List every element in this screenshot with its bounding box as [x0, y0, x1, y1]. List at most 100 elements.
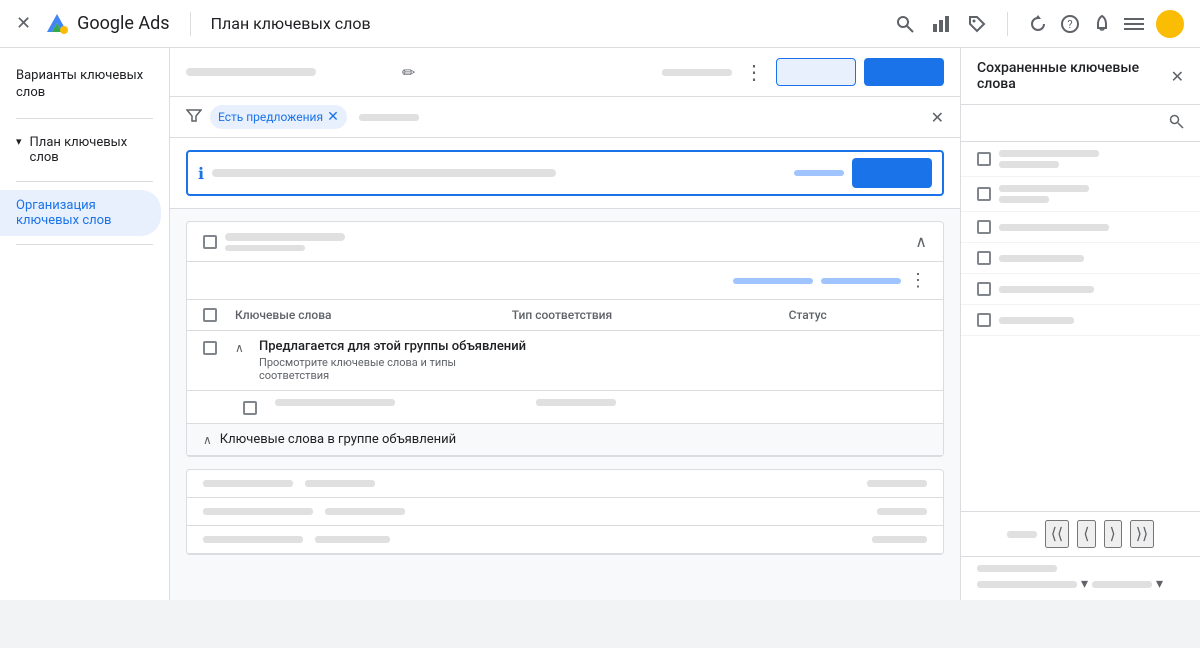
close-button[interactable]: ✕ [16, 13, 31, 34]
avatar[interactable] [1156, 10, 1184, 38]
group-collapse-button[interactable]: ∧ [915, 232, 927, 251]
group-more-button[interactable]: ⋮ [909, 270, 927, 291]
page-first-button[interactable]: ⟨⟨ [1045, 520, 1069, 548]
group-checkbox[interactable] [203, 235, 217, 249]
toolbar-placeholder-1 [186, 68, 316, 76]
page-last-button[interactable]: ⟩⟩ [1130, 520, 1154, 548]
search-button[interactable] [852, 158, 932, 188]
google-ads-logo-icon [43, 10, 71, 38]
right-bottom-bar: ▾ ▾ [961, 556, 1200, 600]
sidebar-label-keyword-org: Организация ключевых слов [16, 198, 145, 228]
kw-group-chevron[interactable]: ∧ [203, 433, 212, 447]
header-checkbox-cell [203, 308, 235, 322]
empty-table-row-3 [187, 526, 943, 554]
toolbar-filter-placeholder [662, 69, 732, 76]
refresh-icon[interactable] [1028, 14, 1048, 34]
filter-chip-suggestions[interactable]: Есть предложения ✕ [210, 105, 347, 129]
sidebar: Варианты ключевых слов ▾ План ключевых с… [0, 48, 170, 600]
header-checkbox[interactable] [203, 308, 217, 322]
right-search-input[interactable] [977, 116, 1168, 131]
right-panel-close-button[interactable]: ✕ [1171, 67, 1184, 86]
suggested-subtitle: Просмотрите ключевые слова и типы соотве… [259, 356, 526, 382]
etr-1-ph2 [305, 480, 375, 487]
info-icon: ℹ [198, 164, 204, 183]
menu-icon[interactable] [1124, 18, 1144, 30]
group-header: ∧ [187, 222, 943, 262]
sidebar-item-keyword-org[interactable]: Организация ключевых слов [0, 190, 161, 236]
right-panel-list [961, 142, 1200, 511]
sidebar-divider-2 [16, 181, 153, 182]
right-item-checkbox-3[interactable] [977, 220, 991, 234]
column-header-keyword: Ключевые слова [235, 308, 512, 322]
etr-2-ph1 [203, 508, 313, 515]
right-item-checkbox-1[interactable] [977, 152, 991, 166]
bottom-arrow-icon-2[interactable]: ▾ [1156, 576, 1163, 592]
kw-group-header: ∧ Ключевые слова в группе объявлений [187, 424, 943, 456]
empty-row-content-1 [275, 399, 536, 406]
search-placeholder [212, 169, 556, 177]
edit-icon[interactable]: ✏ [402, 63, 415, 82]
column-header-status: Статус [789, 308, 927, 322]
search-box: ℹ [186, 150, 944, 196]
main-layout: Варианты ключевых слов ▾ План ключевых с… [0, 48, 1200, 600]
right-item-ph-4a [999, 255, 1084, 262]
toolbar-outline-button[interactable] [776, 58, 856, 86]
suggested-title: Предлагается для этой группы объявлений [259, 339, 526, 354]
bottom-ph-1 [977, 565, 1057, 572]
filter-chip-close-button[interactable]: ✕ [327, 109, 339, 125]
page-info-placeholder [1007, 531, 1037, 538]
page-next-button[interactable]: ⟩ [1104, 520, 1122, 548]
sidebar-divider-3 [16, 244, 153, 245]
bell-icon[interactable] [1092, 14, 1112, 34]
bottom-ph-2 [977, 581, 1077, 588]
sidebar-item-keyword-plan[interactable]: ▾ План ключевых слов [0, 127, 169, 173]
filter-extra-placeholder [359, 114, 419, 121]
search-extra-placeholder [794, 170, 844, 176]
tag-icon[interactable] [967, 14, 987, 34]
more-options-button[interactable]: ⋮ [740, 56, 768, 88]
right-panel-title: Сохраненные ключевые слова [977, 60, 1171, 92]
filter-icon [186, 107, 202, 127]
empty-table [186, 469, 944, 555]
action-link-2[interactable] [821, 278, 901, 284]
right-divider [1007, 12, 1008, 36]
right-item-checkbox-6[interactable] [977, 313, 991, 327]
sidebar-label-keyword-variants: Варианты ключевых слов [16, 68, 153, 102]
empty-table-row-1 [187, 470, 943, 498]
right-search-icon[interactable] [1168, 113, 1184, 133]
suggested-content: Предлагается для этой группы объявлений … [259, 339, 526, 382]
right-item-checkbox-5[interactable] [977, 282, 991, 296]
bottom-ph-3 [1092, 581, 1152, 588]
bottom-arrow-icon[interactable]: ▾ [1081, 576, 1088, 592]
right-panel-item-2 [961, 177, 1200, 212]
row-checkbox-suggested[interactable] [203, 341, 217, 355]
title-divider [190, 12, 191, 36]
right-item-ph-1b [999, 161, 1059, 168]
toolbar-blue-button[interactable] [864, 58, 944, 86]
help-icon[interactable]: ? [1060, 14, 1080, 34]
table-header: Ключевые слова Тип соответствия Статус [187, 300, 943, 331]
right-item-ph-2b [999, 196, 1049, 203]
right-pagination: ⟨⟨ ⟨ ⟩ ⟩⟩ [961, 511, 1200, 556]
action-link-1[interactable] [733, 278, 813, 284]
table-row-suggested: ∧ Предлагается для этой группы объявлени… [187, 331, 943, 391]
right-panel-item-5 [961, 274, 1200, 305]
right-item-checkbox-4[interactable] [977, 251, 991, 265]
row-checkbox-1[interactable] [243, 401, 257, 415]
empty-row-ph-m1 [536, 399, 616, 406]
right-item-checkbox-2[interactable] [977, 187, 991, 201]
filter-close-button[interactable]: ✕ [931, 108, 944, 127]
sidebar-item-keyword-variants[interactable]: Варианты ключевых слов [0, 60, 169, 110]
right-panel-header: Сохраненные ключевые слова ✕ [961, 48, 1200, 105]
page-prev-button[interactable]: ⟨ [1077, 520, 1095, 548]
search-icon[interactable] [895, 14, 915, 34]
chart-icon[interactable] [931, 14, 951, 34]
right-item-ph-3a [999, 224, 1109, 231]
etr-1-ph1 [203, 480, 293, 487]
filter-chip-label: Есть предложения [218, 110, 323, 124]
svg-text:?: ? [1067, 18, 1072, 31]
search-row: ℹ [170, 138, 960, 209]
empty-table-row-2 [187, 498, 943, 526]
etr-2-ph2 [325, 508, 405, 515]
expand-icon-suggested[interactable]: ∧ [235, 341, 244, 355]
